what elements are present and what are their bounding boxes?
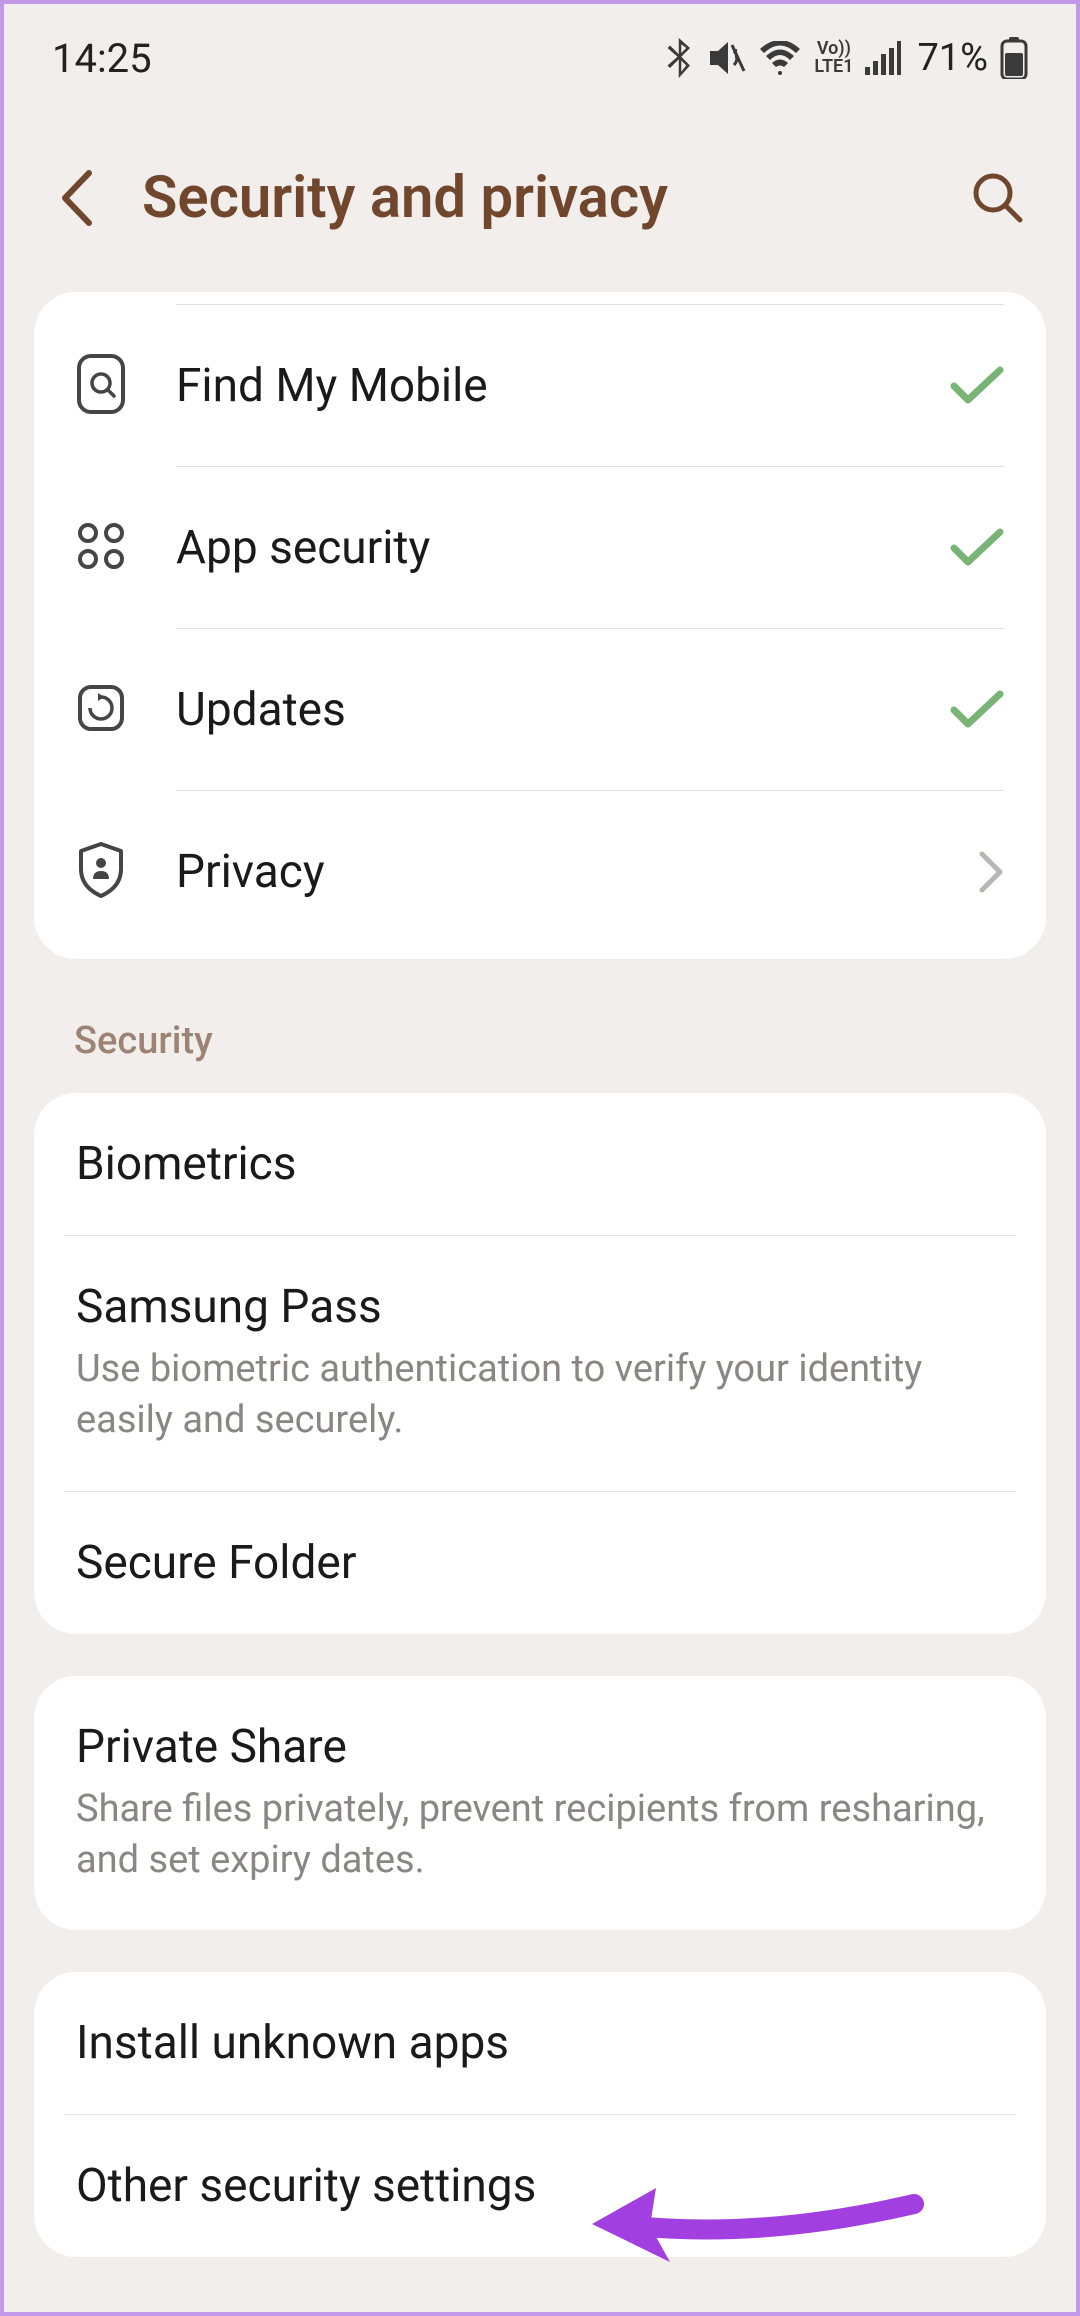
check-icon: [950, 366, 1004, 406]
item-title: Private Share: [76, 1720, 1004, 1774]
privacy-item[interactable]: Privacy: [34, 791, 1046, 953]
signal-icon: [865, 41, 901, 75]
status-icons: Vo))LTE1 71%: [666, 36, 1028, 80]
privacy-shield-icon: [76, 841, 126, 903]
item-label: Find My Mobile: [176, 359, 950, 413]
samsung-pass-item[interactable]: Samsung Pass Use biometric authenticatio…: [34, 1236, 1046, 1491]
apps-icon: [76, 521, 126, 575]
item-title: Secure Folder: [76, 1536, 1004, 1590]
item-title: Biometrics: [76, 1137, 1004, 1191]
biometrics-item[interactable]: Biometrics: [34, 1093, 1046, 1235]
security-card: Biometrics Samsung Pass Use biometric au…: [34, 1093, 1046, 1634]
updates-icon: [76, 683, 126, 737]
private-share-card: Private Share Share files privately, pre…: [34, 1676, 1046, 1931]
page-title: Security and privacy: [142, 164, 928, 232]
updates-item[interactable]: Updates: [34, 629, 1046, 791]
section-header-security: Security: [4, 1001, 1076, 1093]
app-security-item[interactable]: App security: [34, 467, 1046, 629]
dashboard-card: Find My Mobile App security: [34, 292, 1046, 959]
find-my-mobile-icon: [76, 353, 126, 419]
chevron-right-icon: [978, 850, 1004, 894]
volte-icon: Vo))LTE1: [814, 40, 853, 76]
item-title: Other security settings: [76, 2159, 1004, 2213]
item-subtitle: Share files privately, prevent recipient…: [76, 1784, 1004, 1887]
search-button[interactable]: [968, 168, 1028, 228]
item-label: App security: [176, 521, 950, 575]
private-share-item[interactable]: Private Share Share files privately, pre…: [34, 1676, 1046, 1931]
status-time: 14:25: [52, 35, 152, 82]
status-bar: 14:25 Vo))LTE1 71%: [4, 4, 1076, 104]
check-icon: [950, 690, 1004, 730]
secure-folder-item[interactable]: Secure Folder: [34, 1492, 1046, 1634]
bluetooth-icon: [666, 38, 694, 78]
item-label: Privacy: [176, 845, 978, 899]
item-subtitle: Use biometric authentication to verify y…: [76, 1344, 1004, 1447]
find-my-mobile-item[interactable]: Find My Mobile: [34, 305, 1046, 467]
mute-icon: [706, 39, 746, 77]
wifi-icon: [758, 41, 802, 75]
item-title: Samsung Pass: [76, 1280, 1004, 1334]
battery-icon: [1000, 37, 1028, 79]
back-button[interactable]: [52, 173, 102, 223]
page-header: Security and privacy: [4, 104, 1076, 292]
other-security-settings-item[interactable]: Other security settings: [34, 2115, 1046, 2257]
check-icon: [950, 528, 1004, 568]
battery-percent: 71%: [917, 36, 988, 80]
install-unknown-apps-item[interactable]: Install unknown apps: [34, 1972, 1046, 2114]
item-label: Updates: [176, 683, 950, 737]
other-card: Install unknown apps Other security sett…: [34, 1972, 1046, 2257]
item-title: Install unknown apps: [76, 2016, 1004, 2070]
